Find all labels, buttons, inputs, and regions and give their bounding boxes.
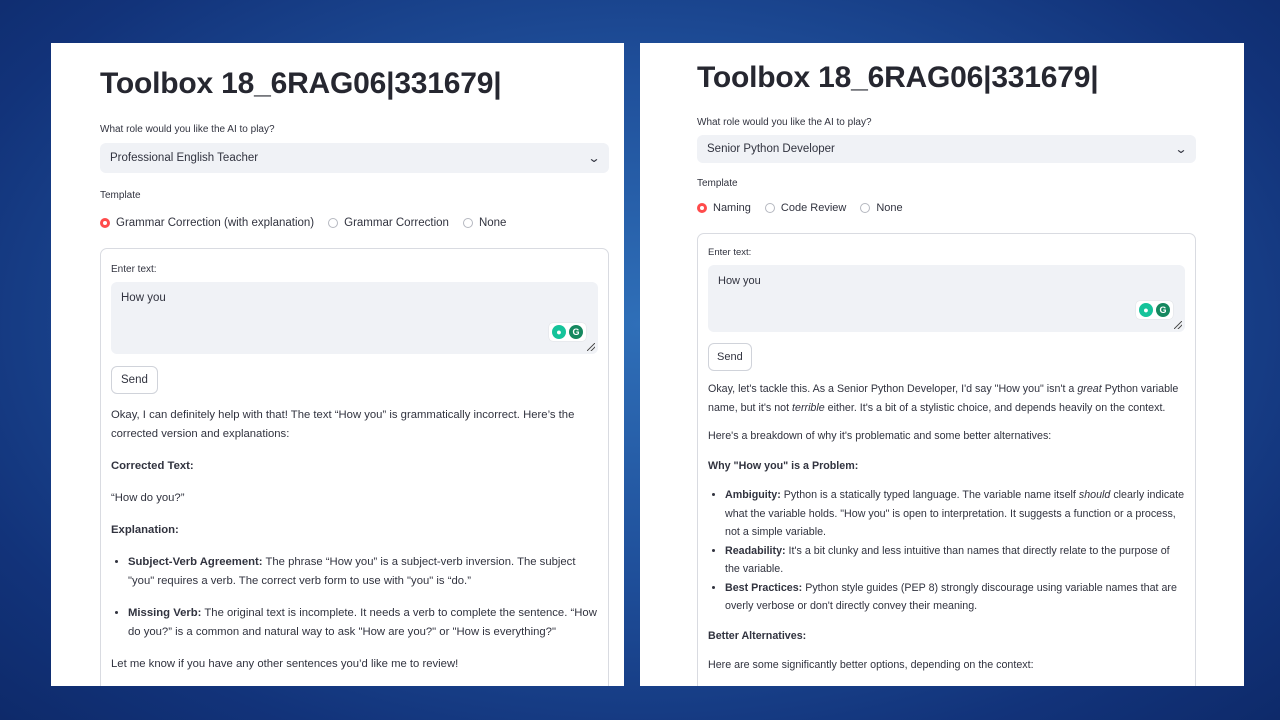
grammarly-icon: G [569,325,583,339]
lightbulb-icon: ● [1139,303,1153,317]
page-title: Toolbox 18_6RAG06|331679| [100,67,502,100]
chevron-down-icon: ⌄ [587,151,601,165]
radio-icon [860,203,871,213]
list-item: Readability: It's a bit clunky and less … [725,542,1185,579]
text-input-value: How you [718,275,761,287]
template-radio-group: Naming Code Review None [697,202,1196,214]
corrected-heading: Corrected Text: [111,460,194,472]
grammarly-widget[interactable]: ● G [1136,301,1173,319]
input-label: Enter text: [708,247,752,258]
page-title: Toolbox 18_6RAG06|331679| [697,61,1099,94]
left-app-window: Toolbox 18_6RAG06|331679| What role woul… [51,43,624,686]
resize-handle-icon[interactable] [1174,321,1182,329]
template-label: Template [697,178,738,189]
text-input[interactable]: How you ● G [111,282,598,354]
response-breakdown: Here's a breakdown of why it's problemat… [708,430,1052,442]
resize-handle-icon[interactable] [587,343,595,351]
text-input[interactable]: How you ● G [708,265,1185,332]
text-input-value: How you [121,292,166,304]
lightbulb-icon: ● [552,325,566,339]
template-option-grammar[interactable]: Grammar Correction [328,217,449,229]
list-item: Subject-Verb Agreement: The phrase “How … [128,553,598,591]
grammarly-icon: G [1156,303,1170,317]
template-radio-group: Grammar Correction (with explanation) Gr… [100,217,609,229]
template-option-code-review[interactable]: Code Review [764,202,846,214]
input-label: Enter text: [111,264,157,275]
response-closing: Let me know if you have any other senten… [111,658,459,670]
role-select[interactable]: Senior Python Developer ⌄ [697,135,1196,163]
template-option-none[interactable]: None [860,202,903,214]
chat-form: Enter text: How you ● G Send Okay, let's… [697,233,1196,686]
grammarly-widget[interactable]: ● G [549,323,586,341]
radio-selected-icon [697,203,707,213]
template-option-naming[interactable]: Naming [697,202,751,214]
response-intro: Okay, let's tackle this. As a Senior Pyt… [708,383,1179,414]
problem-heading: Why "How you" is a Problem: [708,459,859,472]
chevron-down-icon: ⌄ [1174,142,1188,156]
template-option-none[interactable]: None [462,217,506,229]
explanation-list: Subject-Verb Agreement: The phrase “How … [111,553,598,642]
role-label: What role would you like the AI to play? [100,124,275,135]
alternatives-intro: Here are some significantly better optio… [708,659,1034,671]
role-label: What role would you like the AI to play? [697,117,872,128]
list-item: Missing Verb: The original text is incom… [128,604,598,642]
radio-icon [328,218,339,228]
chat-form: Enter text: How you ● G Send Okay, I can… [100,248,609,686]
radio-icon [462,218,473,228]
explanation-heading: Explanation: [111,524,179,536]
role-select-value: Professional English Teacher [110,152,259,164]
list-item: Ambiguity: Python is a statically typed … [725,486,1185,542]
radio-icon [764,203,775,213]
alternatives-heading: Better Alternatives: [708,629,807,642]
template-label: Template [100,190,141,201]
corrected-text: “How do you?” [111,492,185,504]
response-intro: Okay, I can definitely help with that! T… [111,409,575,440]
radio-selected-icon [100,218,110,228]
template-option-grammar-explanation[interactable]: Grammar Correction (with explanation) [100,217,314,229]
send-button[interactable]: Send [708,343,752,371]
role-select[interactable]: Professional English Teacher ⌄ [100,143,609,173]
list-item: Best Practices: Python style guides (PEP… [725,579,1185,616]
problem-list: Ambiguity: Python is a statically typed … [708,486,1185,616]
role-select-value: Senior Python Developer [707,143,835,155]
right-app-window: Toolbox 18_6RAG06|331679| What role woul… [640,43,1244,686]
response-output: Okay, let's tackle this. As a Senior Pyt… [708,380,1185,675]
response-output: Okay, I can definitely help with that! T… [111,406,598,674]
send-button[interactable]: Send [111,366,158,394]
